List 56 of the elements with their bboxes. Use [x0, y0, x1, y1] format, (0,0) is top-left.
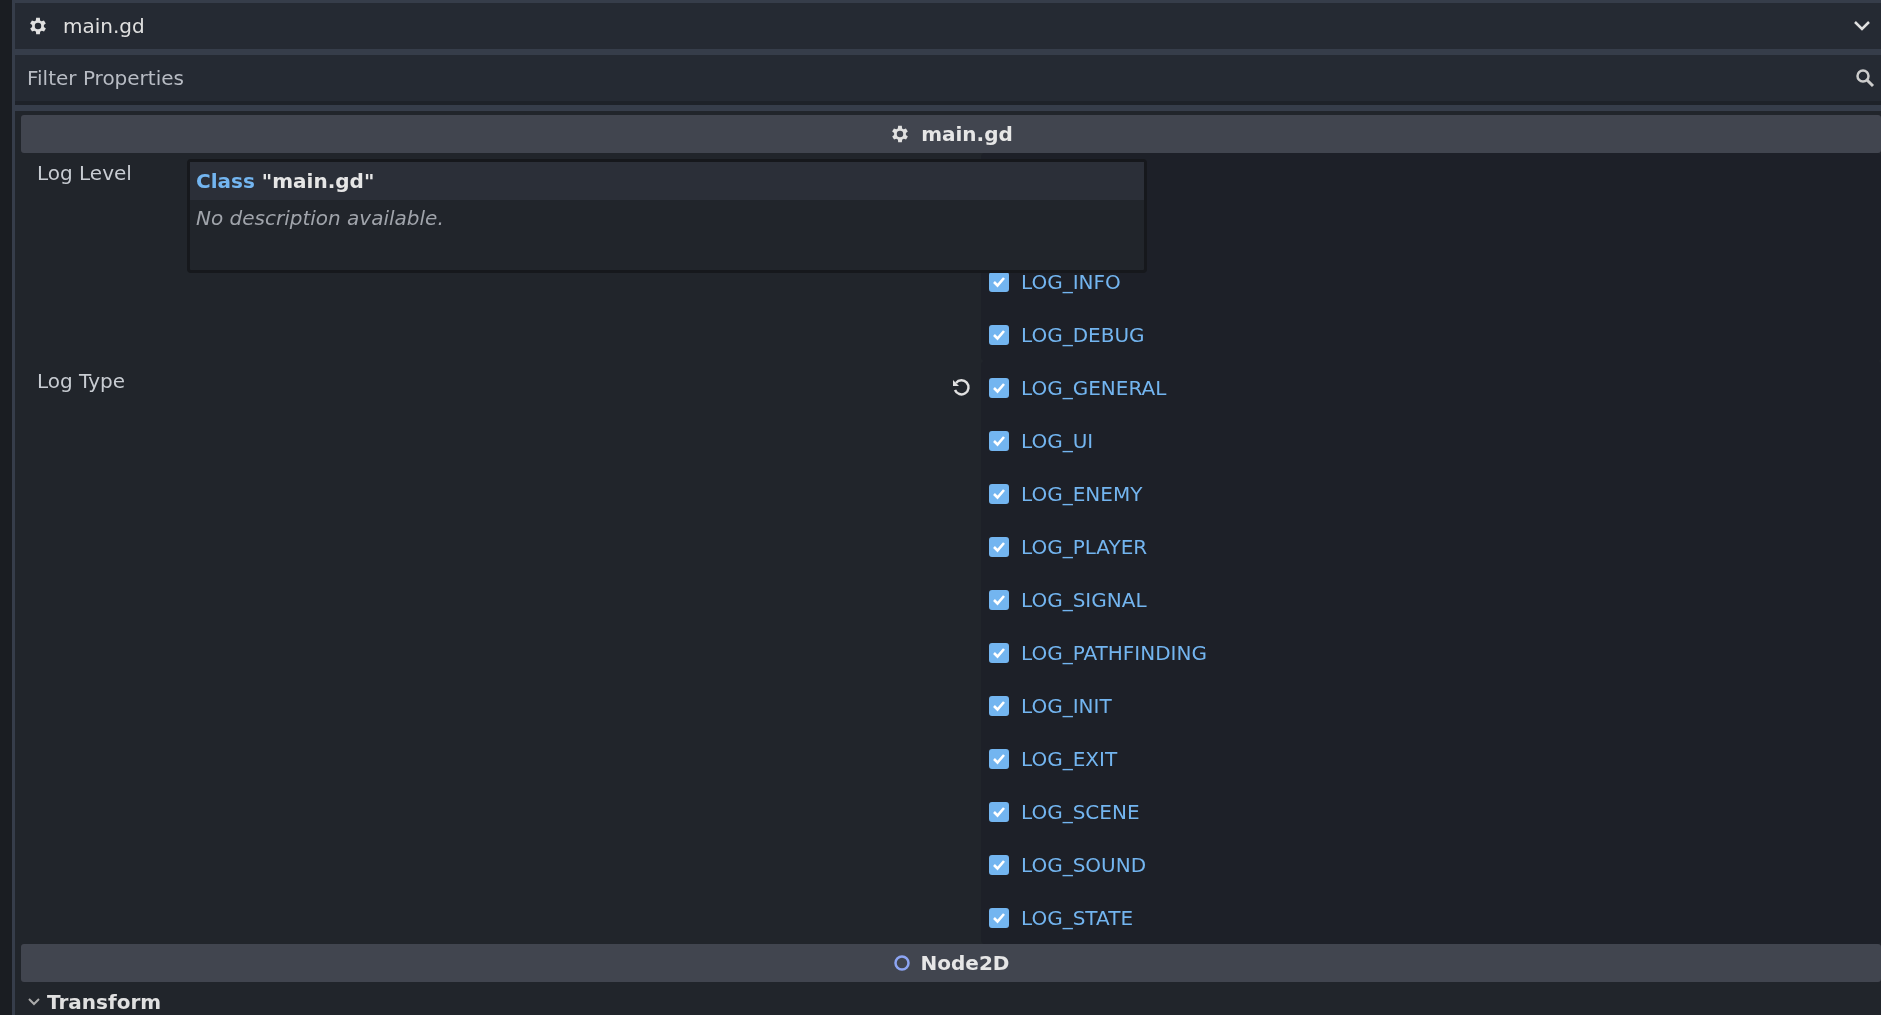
checkbox[interactable] — [989, 483, 1009, 504]
checkbox[interactable] — [989, 642, 1009, 663]
check-icon — [992, 434, 1006, 447]
flag-label[interactable]: LOG_SOUND — [1021, 852, 1147, 877]
search-icon[interactable] — [1855, 68, 1875, 88]
check-icon — [992, 593, 1006, 606]
group-header[interactable]: Transform — [21, 982, 1881, 1014]
flag-label[interactable]: LOG_ENEMY — [1021, 481, 1143, 506]
tooltip-title: Class "main.gd" — [196, 169, 375, 193]
check-icon — [992, 858, 1006, 871]
check-icon — [992, 381, 1006, 394]
check-icon — [992, 752, 1006, 765]
flag-label[interactable]: LOG_DEBUG — [1021, 322, 1145, 347]
checkbox[interactable] — [989, 430, 1009, 451]
check-icon — [992, 328, 1006, 341]
flag-label[interactable]: LOG_SIGNAL — [1021, 587, 1147, 612]
filter-field[interactable]: Filter Properties — [15, 55, 1881, 101]
flag-label[interactable]: LOG_INFO — [1021, 269, 1121, 294]
check-icon — [992, 911, 1006, 924]
checkbox[interactable] — [989, 748, 1009, 769]
flag-label[interactable]: LOG_SCENE — [1021, 799, 1140, 824]
tooltip-description: No description available. — [195, 205, 445, 232]
gear-icon — [27, 15, 49, 37]
check-icon — [992, 540, 1006, 553]
section-title: Node2D — [920, 951, 1010, 975]
script-bar[interactable]: main.gd — [15, 3, 1881, 49]
checkbox[interactable] — [989, 801, 1009, 822]
flag-label[interactable]: LOG_UI — [1021, 428, 1094, 453]
section-title: main.gd — [921, 122, 1013, 146]
flag-label[interactable]: LOG_GENERAL — [1021, 375, 1167, 400]
section-header[interactable]: Node2D — [21, 944, 1881, 982]
property-label: Log Type — [37, 369, 126, 393]
check-icon — [992, 487, 1006, 500]
checkbox[interactable] — [989, 907, 1009, 928]
flag-label[interactable]: LOG_PLAYER — [1021, 534, 1148, 559]
flag-label[interactable]: LOG_INIT — [1021, 693, 1112, 718]
chevron-down-icon[interactable] — [1853, 20, 1871, 32]
check-icon — [992, 275, 1006, 288]
checkbox[interactable] — [989, 271, 1009, 292]
revert-icon[interactable] — [951, 377, 971, 397]
checkbox[interactable] — [989, 377, 1009, 398]
check-icon — [992, 805, 1006, 818]
checkbox[interactable] — [989, 536, 1009, 557]
circle-icon — [892, 954, 911, 972]
checkbox[interactable] — [989, 589, 1009, 610]
flag-label[interactable]: LOG_PATHFINDING — [1021, 640, 1207, 665]
flag-label[interactable]: LOG_EXIT — [1021, 746, 1118, 771]
check-icon — [992, 646, 1006, 659]
checkbox[interactable] — [989, 324, 1009, 345]
checkbox[interactable] — [989, 695, 1009, 716]
property-label: Log Level — [37, 161, 132, 185]
checkbox[interactable] — [989, 854, 1009, 875]
section-header[interactable]: main.gd — [21, 115, 1881, 153]
script-title: main.gd — [63, 14, 146, 38]
flag-label[interactable]: LOG_STATE — [1021, 905, 1133, 930]
check-icon — [992, 699, 1006, 712]
